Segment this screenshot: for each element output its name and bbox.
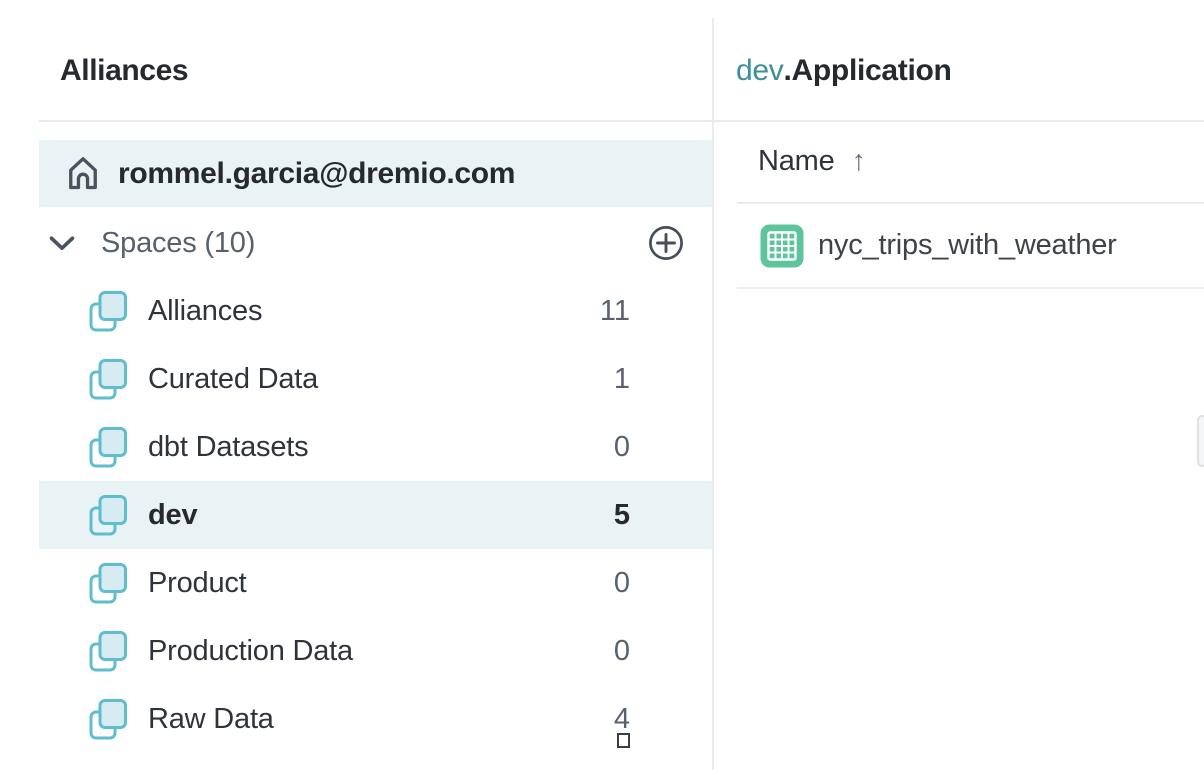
space-count: 1 [596,363,630,396]
space-name: Raw Data [148,703,274,736]
space-name: Curated Data [148,363,318,396]
space-icon [88,358,128,401]
spaces-section-header[interactable]: Spaces (10) [39,216,712,270]
missing-glyph-box [617,733,630,748]
space-name: Production Data [148,635,353,668]
page-title: Alliances [60,54,188,88]
space-icon [88,426,128,469]
space-icon [88,290,128,333]
scrollbar-thumb[interactable] [1197,415,1204,467]
space-item-curated-data[interactable]: Curated Data 1 [39,345,712,413]
breadcrumb-folder: Application [792,54,952,87]
space-name: dbt Datasets [148,431,308,464]
add-space-button[interactable] [647,224,685,262]
space-name: Product [148,567,247,600]
dataset-browser-panel: dev.Application Name ↑ nyc_trips_with_we… [714,0,1204,770]
space-icon [88,562,128,605]
space-item-product[interactable]: Product 0 [39,549,712,617]
home-user-email: rommel.garcia@dremio.com [118,157,515,191]
sort-ascending-icon[interactable]: ↑ [852,145,867,178]
space-item-dev[interactable]: dev 5 [39,481,712,549]
space-count: 5 [596,499,630,532]
breadcrumb-space-link[interactable]: dev [736,54,783,87]
dataset-name: nyc_trips_with_weather [818,229,1117,262]
spaces-list: Alliances 11 Curated Data 1 dbt Datasets… [39,277,712,753]
space-item-raw-data[interactable]: Raw Data 4 [39,685,712,753]
space-count: 0 [596,431,630,464]
space-count: 0 [596,635,630,668]
space-count: 0 [596,567,630,600]
column-label: Name [758,145,835,178]
breadcrumb: dev.Application [736,54,952,88]
space-item-production-data[interactable]: Production Data 0 [39,617,712,685]
breadcrumb-separator: . [783,54,791,87]
spaces-section-label: Spaces (10) [101,227,255,260]
space-count: 11 [596,295,630,328]
catalog-sidebar: Alliances rommel.garcia@dremio.com Space… [0,0,712,770]
space-count: 4 [596,703,630,736]
divider [737,287,1204,289]
column-header-name[interactable]: Name ↑ [714,120,1204,203]
chevron-down-icon[interactable] [48,235,76,252]
table-row-dataset[interactable]: nyc_trips_with_weather [714,204,1204,287]
home-icon [62,151,104,196]
space-name: dev [148,499,197,532]
home-space-item[interactable]: rommel.garcia@dremio.com [39,140,712,207]
space-icon [88,630,128,673]
space-icon [88,698,128,741]
dataset-table-icon [760,224,804,268]
space-icon [88,494,128,537]
space-item-alliances[interactable]: Alliances 11 [39,277,712,345]
divider [39,120,712,122]
space-name: Alliances [148,295,262,328]
space-item-dbt-datasets[interactable]: dbt Datasets 0 [39,413,712,481]
